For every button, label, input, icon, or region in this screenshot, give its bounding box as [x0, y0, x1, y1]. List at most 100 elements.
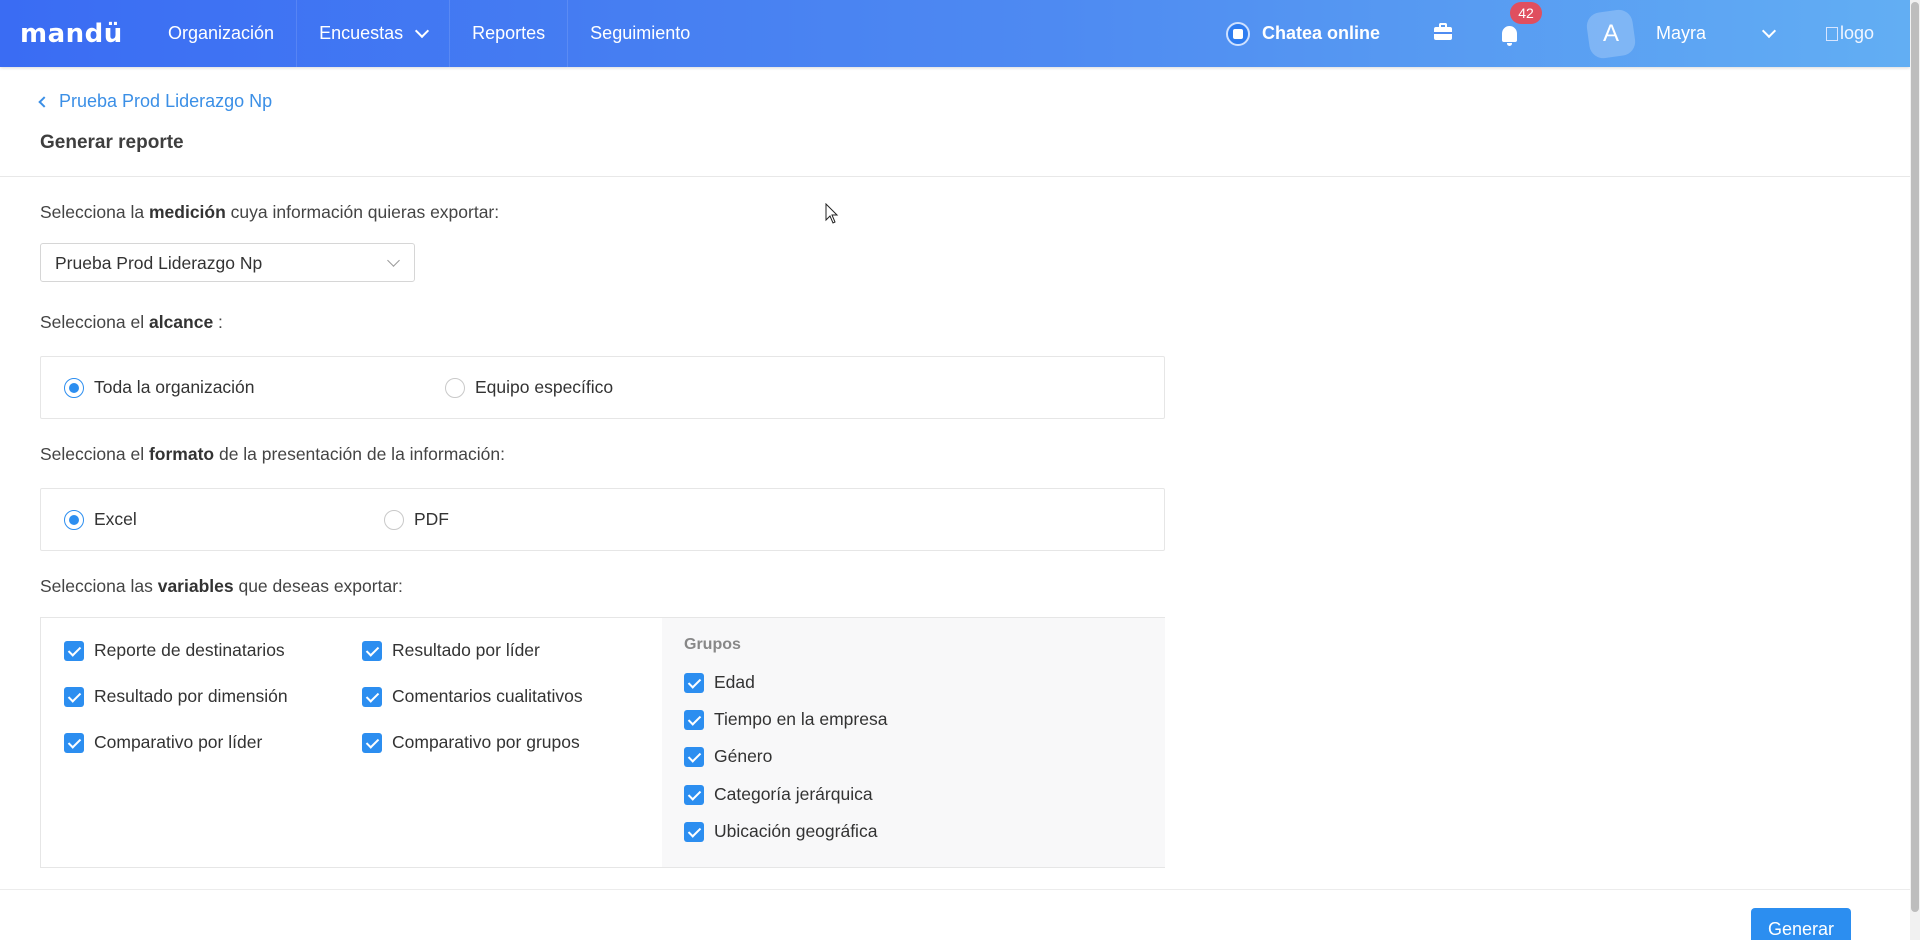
user-menu[interactable]: A Mayra [1542, 7, 1820, 60]
page-title: Generar reporte [40, 132, 184, 153]
briefcase-icon [1434, 23, 1452, 40]
user-name: Mayra [1656, 23, 1707, 43]
footer-divider [0, 889, 1910, 890]
nav-seguimiento[interactable]: Seguimiento [568, 0, 712, 67]
radio-selected-icon[interactable] [64, 377, 84, 398]
measurement-select[interactable]: Prueba Prod Liderazgo Np [40, 243, 415, 282]
nav-seguimiento-label: Seguimiento [590, 23, 691, 43]
group-edad[interactable]: Edad [684, 672, 755, 693]
variable-reporte-destinatarios[interactable]: Reporte de destinatarios [64, 640, 285, 661]
chat-online-button[interactable]: Chatea online [1225, 21, 1410, 46]
groups-panel: Grupos Edad Tiempo en la empresa Género … [662, 618, 1165, 867]
format-options: Excel PDF [40, 488, 1165, 551]
variable-label: Comparativo por líder [94, 732, 263, 752]
page-header: Prueba Prod Liderazgo Np Generar reporte [0, 67, 1910, 177]
format-label-pre: Selecciona el [40, 444, 149, 464]
format-option-pdf-label: PDF [414, 509, 449, 529]
group-label: Categoría jerárquica [714, 784, 873, 804]
notification-badge: 42 [1510, 2, 1542, 24]
variables-panel: Reporte de destinatarios Resultado por l… [40, 617, 1165, 868]
measurement-label-post: cuya información quieras exportar: [225, 202, 500, 222]
group-label: Ubicación geográfica [714, 821, 878, 841]
format-option-excel-label: Excel [94, 509, 137, 529]
scope-option-team[interactable]: Equipo específico [445, 357, 613, 418]
checkbox-checked-icon[interactable] [64, 686, 84, 707]
back-link-label: Prueba Prod Liderazgo Np [59, 91, 273, 111]
checkbox-checked-icon[interactable] [684, 821, 704, 842]
notifications-button[interactable]: 42 [1476, 0, 1542, 67]
variables-label-pre: Selecciona las [40, 576, 158, 596]
checkbox-checked-icon[interactable] [684, 784, 704, 805]
format-label-post: de la presentación de la información: [214, 444, 505, 464]
measurement-label: Selecciona la medición cuya información … [40, 202, 499, 223]
nav-encuestas[interactable]: Encuestas [297, 0, 451, 67]
variables-label-post: que deseas exportar: [233, 576, 403, 596]
checkbox-checked-icon[interactable] [64, 732, 84, 753]
radio-unselected-icon[interactable] [384, 509, 404, 530]
checkbox-checked-icon[interactable] [684, 709, 704, 730]
groups-title: Grupos [684, 636, 741, 653]
variable-comentarios-cualitativos[interactable]: Comentarios cualitativos [362, 686, 583, 707]
chevron-down-icon [387, 254, 400, 267]
measurement-label-pre: Selecciona la [40, 202, 149, 222]
scope-option-organization[interactable]: Toda la organización [64, 357, 255, 418]
chat-label: Chatea online [1261, 23, 1380, 43]
briefcase-button[interactable] [1410, 0, 1476, 67]
scope-options: Toda la organización Equipo específico [40, 356, 1165, 419]
variable-resultado-lider[interactable]: Resultado por líder [362, 640, 540, 661]
variables-label-bold: variables [157, 576, 234, 596]
chevron-down-icon [1761, 23, 1777, 39]
checkbox-checked-icon[interactable] [362, 686, 382, 707]
topbar-right: Chatea online 42 A Mayra logo [1225, 0, 1910, 67]
scope-label: Selecciona el alcance : [40, 312, 223, 333]
variable-resultado-dimension[interactable]: Resultado por dimensión [64, 686, 288, 707]
nav-encuestas-label: Encuestas [319, 23, 404, 43]
format-label: Selecciona el formato de la presentación… [40, 444, 505, 465]
variable-label: Reporte de destinatarios [94, 640, 285, 660]
measurement-select-value: Prueba Prod Liderazgo Np [55, 253, 263, 273]
format-option-pdf[interactable]: PDF [384, 489, 449, 550]
scope-label-bold: alcance [148, 312, 214, 332]
broken-image-icon [1826, 26, 1838, 41]
nav-reportes[interactable]: Reportes [450, 0, 569, 67]
avatar: A [1585, 7, 1637, 60]
nav-organizacion-label: Organización [168, 23, 275, 43]
company-logo: logo [1820, 23, 1910, 44]
radio-unselected-icon[interactable] [445, 377, 465, 398]
scope-option-organization-label: Toda la organización [94, 377, 255, 397]
radio-selected-icon[interactable] [64, 509, 84, 530]
scrollbar[interactable] [1910, 0, 1920, 940]
variable-comparativo-grupos[interactable]: Comparativo por grupos [362, 732, 580, 753]
nav-organizacion[interactable]: Organización [146, 0, 298, 67]
bell-icon [1501, 25, 1517, 46]
checkbox-checked-icon[interactable] [64, 640, 84, 661]
back-link[interactable]: Prueba Prod Liderazgo Np [38, 91, 273, 112]
checkbox-checked-icon[interactable] [362, 732, 382, 753]
nav-reportes-label: Reportes [472, 23, 546, 43]
format-option-excel[interactable]: Excel [64, 489, 137, 550]
scope-label-pre: Selecciona el [40, 312, 149, 332]
group-label: Tiempo en la empresa [714, 709, 888, 729]
checkbox-checked-icon[interactable] [684, 672, 704, 693]
variables-label: Selecciona las variables que deseas expo… [40, 576, 403, 597]
chevron-down-icon [415, 23, 430, 39]
chat-icon [1225, 21, 1250, 46]
checkbox-checked-icon[interactable] [362, 640, 382, 661]
generate-button[interactable]: Generar [1751, 908, 1851, 940]
top-navigation-bar: mandü Organización Encuestas Reportes Se… [0, 0, 1910, 67]
variable-label: Resultado por dimensión [94, 686, 288, 706]
scrollbar-thumb[interactable] [1911, 2, 1919, 912]
group-categoria-jerarquica[interactable]: Categoría jerárquica [684, 784, 873, 805]
group-genero[interactable]: Género [684, 746, 772, 767]
format-label-bold: formato [148, 444, 215, 464]
brand-logo[interactable]: mandü [20, 19, 126, 49]
group-ubicacion-geografica[interactable]: Ubicación geográfica [684, 821, 877, 842]
checkbox-checked-icon[interactable] [684, 746, 704, 767]
group-label: Género [714, 746, 773, 766]
variable-label: Comparativo por grupos [392, 732, 580, 752]
group-tiempo-empresa[interactable]: Tiempo en la empresa [684, 709, 887, 730]
variable-comparativo-lider[interactable]: Comparativo por líder [64, 732, 262, 753]
scope-label-post: : [213, 312, 223, 332]
logo-alt-text: logo [1840, 23, 1875, 43]
chevron-left-icon [38, 95, 50, 108]
